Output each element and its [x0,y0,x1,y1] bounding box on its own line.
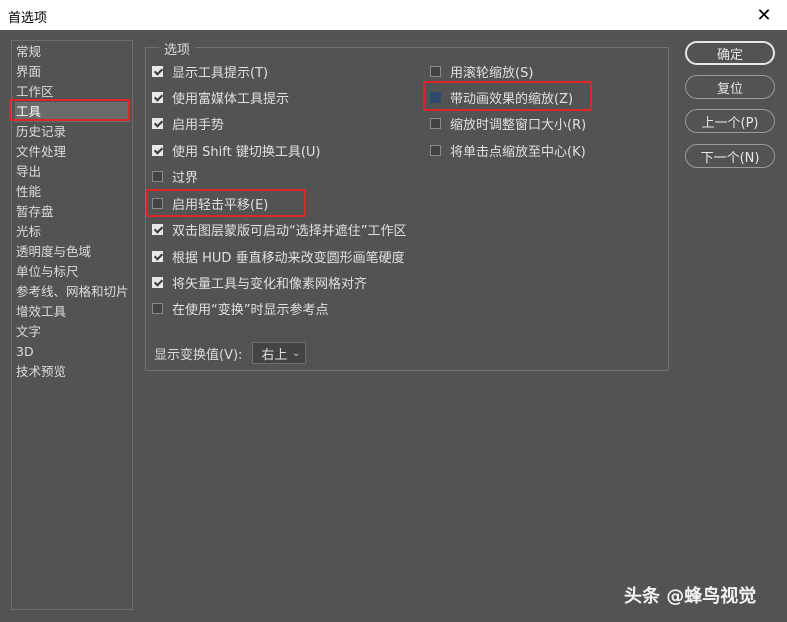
ok-button[interactable]: 确定 [685,41,775,65]
checkbox-icon[interactable] [152,302,163,314]
checkbox-icon[interactable] [430,65,441,77]
option-rich-tooltips[interactable]: 使用富媒体工具提示 [152,87,289,107]
option-double-click-mask[interactable]: 双击图层蒙版可启动“选择并遮住”工作区 [152,219,406,239]
option-enable-gestures[interactable]: 启用手势 [152,113,224,133]
sidebar-item-performance[interactable]: 性能 [15,182,130,202]
chevron-down-icon: ⌄ [292,347,301,359]
close-icon[interactable]: ✕ [741,0,787,30]
window-title: 首选项 [8,11,48,26]
sidebar-item-3d[interactable]: 3D [15,342,130,362]
checkbox-icon[interactable] [430,144,441,156]
transform-values-label: 显示变换值(V): [154,347,243,363]
option-label: 双击图层蒙版可启动“选择并遮住”工作区 [172,223,407,239]
option-zoom-clicked-point[interactable]: 将单击点缩放至中心(K) [430,140,586,160]
options-group-title: 选项 [159,39,196,58]
sidebar-item-general[interactable]: 常规 [15,42,130,62]
sidebar-item-units-rulers[interactable]: 单位与标尺 [15,262,130,282]
checkbox-icon[interactable] [152,65,163,77]
sidebar-item-type[interactable]: 文字 [15,322,130,342]
option-label: 显示工具提示(T) [172,65,269,81]
option-label: 将单击点缩放至中心(K) [450,144,586,160]
option-label: 启用手势 [172,117,225,133]
sidebar-item-interface[interactable]: 界面 [15,62,130,82]
option-show-reference-point[interactable]: 在使用“变换”时显示参考点 [152,298,328,318]
option-snap-vector-tools[interactable]: 将矢量工具与变化和像素网格对齐 [152,272,367,292]
option-label: 用滚轮缩放(S) [450,65,534,81]
option-zoom-resize-windows[interactable]: 缩放时调整窗口大小(R) [430,113,586,133]
sidebar-item-history[interactable]: 历史记录 [15,122,130,142]
checkbox-icon[interactable] [152,91,163,103]
sidebar-item-guides-grid[interactable]: 参考线、网格和切片 [15,282,130,302]
option-label: 缩放时调整窗口大小(R) [450,117,587,133]
prev-button[interactable]: 上一个(P) [685,109,775,133]
sidebar-item-plugins[interactable]: 增效工具 [15,302,130,322]
checkbox-icon[interactable] [152,144,163,156]
transform-values-row: 显示变换值(V): 右上 ⌄ [154,342,307,364]
option-overscroll[interactable]: 过界 [152,166,198,186]
transform-values-selected: 右上 [261,347,288,363]
checkbox-icon[interactable] [152,250,163,262]
reset-button[interactable]: 复位 [685,75,775,99]
animated-zoom-highlight-box [423,81,592,111]
option-label: 根据 HUD 垂直移动来改变圆形画笔硬度 [172,250,405,266]
watermark-text: 头条 @蜂鸟视觉 [624,586,757,607]
sidebar-item-tech-preview[interactable]: 技术预览 [15,362,130,382]
option-label: 使用 Shift 键切换工具(U) [172,144,321,160]
sidebar-item-file-handling[interactable]: 文件处理 [15,142,130,162]
sidebar-item-scratch-disks[interactable]: 暂存盘 [15,202,130,222]
sidebar-item-export[interactable]: 导出 [15,162,130,182]
checkbox-icon[interactable] [152,276,163,288]
checkbox-icon[interactable] [152,223,163,235]
option-label: 将矢量工具与变化和像素网格对齐 [172,276,368,292]
sidebar-highlight-box [9,99,130,121]
sidebar-item-cursors[interactable]: 光标 [15,222,130,242]
option-show-tooltips[interactable]: 显示工具提示(T) [152,61,268,81]
sidebar-item-transparency[interactable]: 透明度与色域 [15,242,130,262]
title-bar: 首选项 ✕ [0,0,787,30]
option-zoom-scroll-wheel[interactable]: 用滚轮缩放(S) [430,61,533,81]
next-button[interactable]: 下一个(N) [685,144,775,168]
option-hud-hardness[interactable]: 根据 HUD 垂直移动来改变圆形画笔硬度 [152,246,405,266]
flick-panning-highlight-box [146,189,306,217]
checkbox-icon[interactable] [152,170,163,182]
option-label: 过界 [172,170,199,186]
transform-values-select[interactable]: 右上 ⌄ [252,342,307,364]
preferences-sidebar: 常规 界面 工作区 工具 历史记录 文件处理 导出 性能 暂存盘 光标 透明度与… [11,40,133,610]
option-label: 在使用“变换”时显示参考点 [172,302,329,318]
option-label: 使用富媒体工具提示 [172,91,290,107]
checkbox-icon[interactable] [152,117,163,129]
option-shift-switch-tools[interactable]: 使用 Shift 键切换工具(U) [152,140,320,160]
checkbox-icon[interactable] [430,117,441,129]
